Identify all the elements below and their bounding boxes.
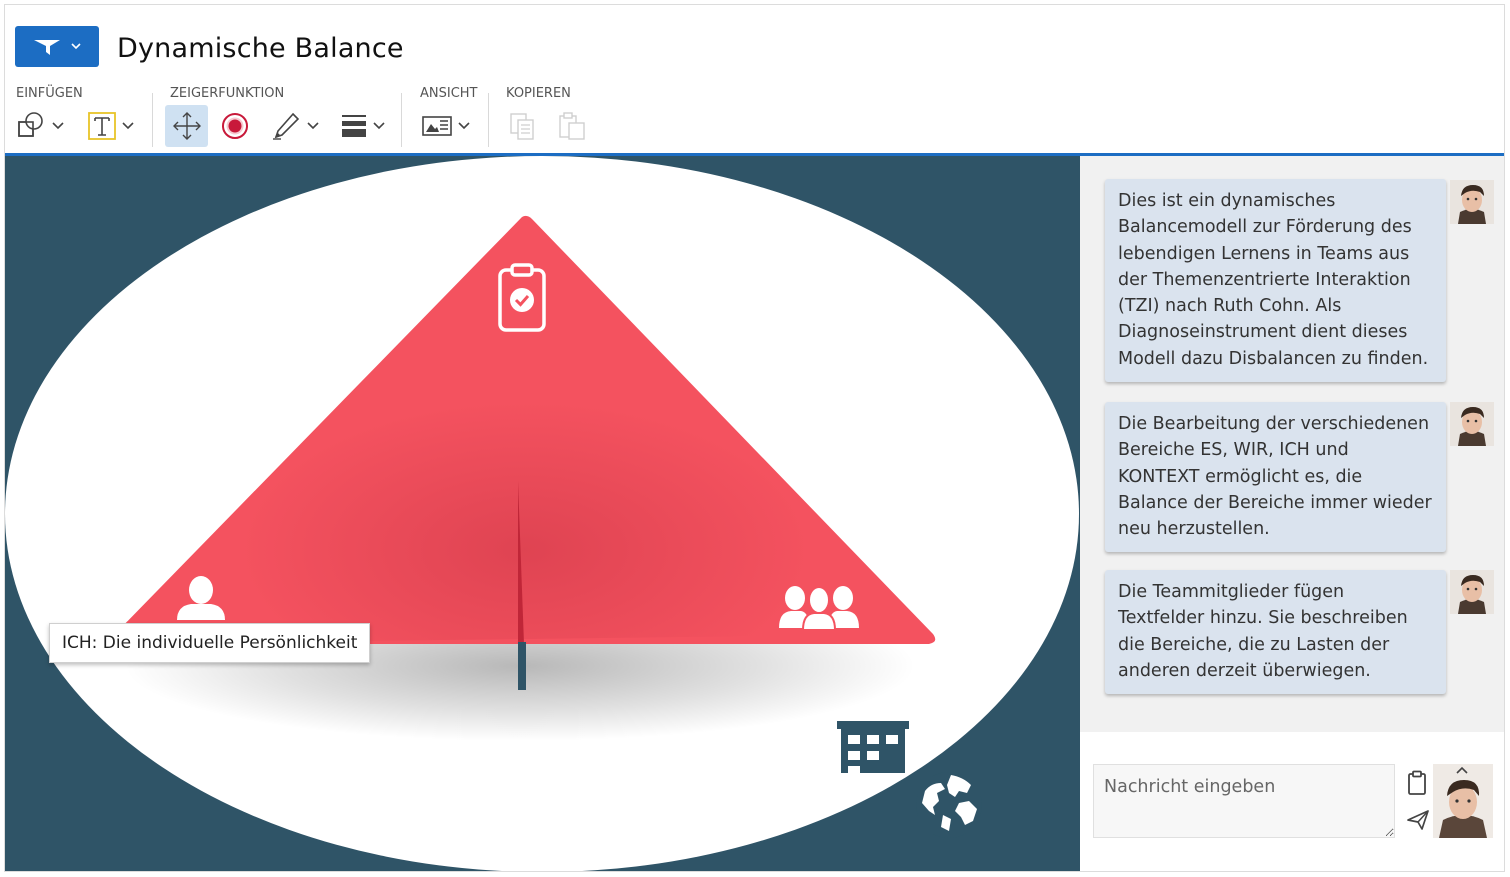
copy-button[interactable] (508, 105, 538, 147)
chevron-down-icon (122, 122, 134, 130)
avatar (1450, 402, 1494, 446)
chat-message: Die Teammitglieder fügen Textfelder hinz… (1105, 570, 1446, 695)
balance-model-scene (5, 156, 1079, 871)
chevron-down-icon (373, 122, 385, 130)
chevron-down-icon (71, 43, 81, 50)
toolbar-separator (401, 93, 402, 147)
funnel-logo-icon (34, 39, 60, 55)
globe-icon[interactable] (916, 772, 982, 838)
target-icon (222, 113, 248, 139)
group-label: EINFÜGEN (16, 86, 83, 101)
insert-text-button[interactable] (88, 105, 134, 147)
group-label: ANSICHT (420, 86, 478, 101)
toolbar-separator (488, 93, 489, 147)
message-text: Die Bearbeitung der verschiedenen Bereic… (1118, 414, 1432, 540)
chevron-down-icon (52, 122, 64, 130)
group-label: KOPIEREN (506, 86, 571, 101)
whiteboard-canvas[interactable]: ICH: Die individuelle Persönlichkeit (5, 156, 1080, 871)
building-icon[interactable] (837, 721, 909, 773)
avatar (1450, 570, 1494, 614)
message-list: Dies ist ein dynamisches Balancemodell z… (1080, 156, 1504, 732)
document-title: Dynamische Balance (117, 33, 404, 64)
move-tool-button[interactable] (165, 105, 208, 147)
toolbar-group-insert: EINFÜGEN (16, 83, 151, 149)
avatar-image (1450, 180, 1494, 224)
balance-pole-base (518, 642, 526, 690)
message-text: Die Teammitglieder fügen Textfelder hinz… (1118, 582, 1408, 681)
group-icon[interactable] (779, 586, 859, 631)
canvas-tooltip: ICH: Die individuelle Persönlichkeit (49, 623, 371, 663)
paste-button[interactable] (557, 105, 587, 147)
clipboard-button[interactable] (1407, 770, 1427, 801)
avatar (1450, 180, 1494, 224)
shapes-icon (18, 112, 43, 137)
toolbar-group-view: ANSICHT (420, 83, 490, 149)
message-input[interactable] (1093, 764, 1395, 838)
message-text: Dies ist ein dynamisches Balancemodell z… (1118, 191, 1429, 369)
app-window: Dynamische Balance EINFÜGEN ZEIGERFUNKTI… (4, 4, 1505, 872)
toolbar: EINFÜGEN ZEIGERFUNKTION ANSICHT KOPIEREN (5, 83, 1504, 149)
clipboard-icon (1408, 770, 1426, 795)
line-weight-icon (342, 115, 366, 137)
message-composer (1080, 732, 1504, 871)
copy-icon (510, 113, 534, 140)
group-label: ZEIGERFUNKTION (170, 86, 285, 101)
chevron-up-icon[interactable] (1455, 766, 1469, 775)
header: Dynamische Balance EINFÜGEN ZEIGERFUNKTI… (5, 5, 1504, 155)
send-icon (1407, 810, 1429, 830)
view-icon (422, 116, 452, 136)
toolbar-group-pointer: ZEIGERFUNKTION (165, 83, 393, 149)
text-icon (88, 112, 116, 140)
chevron-down-icon (458, 122, 470, 130)
laser-pointer-button[interactable] (221, 105, 249, 147)
toolbar-separator (152, 93, 153, 147)
avatar-image (1450, 570, 1494, 614)
insert-shape-button[interactable] (16, 105, 64, 147)
avatar-image (1433, 764, 1493, 838)
chat-message: Dies ist ein dynamisches Balancemodell z… (1105, 179, 1446, 383)
paste-icon (559, 112, 585, 140)
line-weight-button[interactable] (341, 105, 385, 147)
chat-message: Die Bearbeitung der verschiedenen Bereic… (1105, 402, 1446, 553)
chevron-down-icon (307, 122, 319, 130)
chat-panel: Dies ist ein dynamisches Balancemodell z… (1080, 156, 1504, 871)
pen-tool-button[interactable] (271, 105, 319, 147)
toolbar-group-copy: KOPIEREN (506, 83, 606, 149)
avatar-image (1450, 402, 1494, 446)
app-menu-button[interactable] (15, 26, 99, 67)
send-button[interactable] (1407, 810, 1429, 835)
pen-icon (273, 112, 300, 140)
current-user-avatar[interactable] (1433, 764, 1493, 838)
move-icon (172, 112, 201, 140)
view-mode-button[interactable] (422, 105, 470, 147)
